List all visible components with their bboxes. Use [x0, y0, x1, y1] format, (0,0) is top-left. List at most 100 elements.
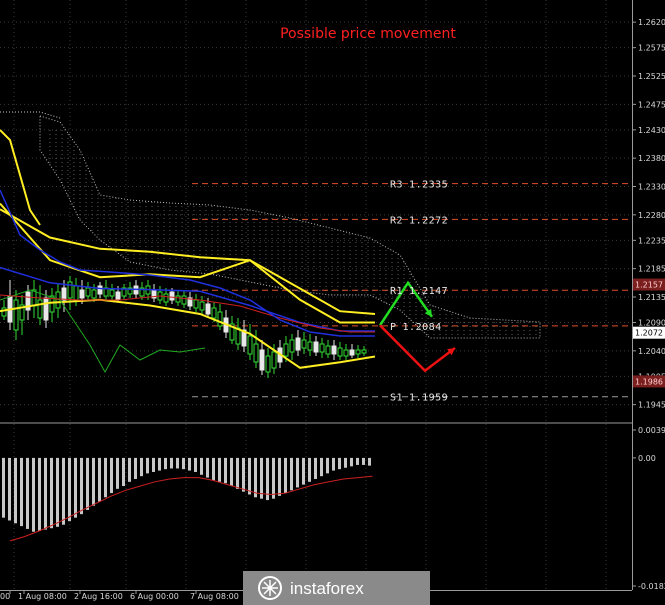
- price-tick-label-1: 1.2575: [638, 44, 665, 53]
- candle-body: [43, 297, 49, 321]
- macd-bar: [98, 457, 101, 502]
- macd-bar: [332, 457, 335, 471]
- price-tick-label-3: 1.2475: [638, 100, 665, 109]
- macd-bar: [176, 457, 179, 469]
- macd-bar: [164, 457, 167, 470]
- macd-bar: [92, 457, 95, 506]
- macd-bar: [158, 457, 161, 471]
- candle-body: [325, 345, 331, 355]
- level-label-p: P 1.2084: [390, 322, 442, 333]
- price-tick-label-11: 1.2090: [638, 319, 665, 328]
- candle-body: [331, 345, 337, 355]
- candle-body: [109, 289, 115, 297]
- candle-body: [175, 295, 181, 303]
- macd-bar: [2, 457, 5, 518]
- price-tick-label-10: 1.2135: [638, 293, 665, 302]
- macd-bar: [200, 457, 203, 475]
- macd-bar: [74, 457, 77, 518]
- macd-bar: [86, 457, 89, 510]
- candle-body: [289, 339, 295, 353]
- price-axis-ticks: 1.2620 1.2575 1.2525 1.2475 1.2430 1.2380 1.23…: [632, 18, 665, 410]
- macd-axis-ticks: 0.00397 0.00 -0.01822: [632, 426, 665, 591]
- level-label-r3: R3 1.2335: [390, 180, 448, 191]
- candle-body: [13, 299, 19, 331]
- macd-bar: [326, 457, 329, 474]
- level-label-r2: R2 1.2272: [390, 215, 448, 226]
- candle-body: [343, 349, 349, 357]
- macd-bar: [128, 457, 131, 482]
- price-tick-label-0: 1.2620: [638, 18, 665, 27]
- candle-body: [199, 301, 205, 311]
- forex-chart-window: R3 1.2335 R2 1.2272 R1 1.2147 P 1.2084 S1 1.1959 …: [0, 0, 665, 605]
- level-name: R2: [390, 215, 403, 226]
- time-axis-ticks: 00 1 Aug 08:00 2 Aug 16:00 6 Aug 00:00 7 Aug…: [0, 590, 273, 601]
- price-tick-label-8: 1.2235: [638, 236, 665, 245]
- price-tick-label-9: 1.2185: [638, 265, 665, 274]
- macd-bar: [212, 457, 215, 481]
- macd-bar: [314, 457, 317, 480]
- level-value: 1.2147: [409, 286, 448, 297]
- macd-bar: [278, 457, 281, 496]
- price-tick-label-7: 1.2280: [638, 211, 665, 220]
- candle-body: [337, 347, 343, 357]
- price-chart-svg: R3 1.2335R2 1.2272R1 1.2147P 1.2084S1 1.1959 …: [0, 0, 665, 605]
- price-tick-label-2: 1.2525: [638, 72, 665, 81]
- candle-body: [295, 337, 301, 351]
- time-tick-label-3: 6 Aug 00:00: [130, 592, 179, 601]
- macd-bar: [80, 457, 83, 515]
- level-name: R1: [390, 286, 403, 297]
- macd-bar: [368, 457, 371, 466]
- macd-bar: [116, 457, 119, 489]
- macd-bar: [68, 457, 71, 522]
- candle-body: [85, 287, 91, 297]
- candle-body: [319, 343, 325, 353]
- watermark-text: instaforex: [290, 579, 364, 598]
- macd-bar: [56, 457, 59, 527]
- candle-body: [247, 335, 253, 355]
- macd-bar: [242, 457, 245, 492]
- ichimoku-cloud: [0, 111, 541, 339]
- macd-bar: [302, 457, 305, 485]
- macd-bar: [296, 457, 299, 488]
- price-tick-label-12: 1.2040: [638, 347, 665, 356]
- macd-tick-label-2: -0.01822: [638, 582, 665, 591]
- candle-body: [181, 295, 187, 305]
- candle-body: [313, 341, 319, 353]
- macd-bar: [110, 457, 113, 494]
- candle-body: [307, 341, 313, 351]
- candle-body: [115, 291, 121, 301]
- macd-bar: [350, 457, 353, 467]
- macd-bar: [308, 457, 311, 482]
- chikou-line: [0, 289, 206, 374]
- candle-body: [61, 287, 67, 301]
- level-label-r1: R1 1.2147: [390, 286, 448, 297]
- time-tick-label-1: 1 Aug 08:00: [18, 592, 67, 601]
- candle-body: [163, 293, 169, 303]
- macd-bar: [140, 457, 143, 477]
- candle-body: [217, 311, 223, 327]
- macd-bar: [38, 457, 41, 532]
- macd-bar: [134, 457, 137, 480]
- macd-tick-label-0: 0.00397: [638, 426, 665, 435]
- candle-body: [37, 299, 43, 319]
- candle-body: [265, 355, 271, 373]
- macd-bar: [170, 457, 173, 469]
- level-value: 1.2335: [409, 180, 448, 191]
- macd-bar: [62, 457, 65, 525]
- price-marker-label-0: 1.2157: [635, 281, 663, 290]
- macd-bar: [284, 457, 287, 494]
- macd-bar: [224, 457, 227, 484]
- candle-body: [91, 289, 97, 299]
- macd-bar: [182, 457, 185, 470]
- candle-body: [73, 285, 79, 301]
- macd-bar: [122, 457, 125, 487]
- pivot-level-labels: R3 1.2335 R2 1.2272 R1 1.2147 P 1.2084 S1 1.1959: [390, 180, 448, 404]
- macd-bar: [254, 457, 257, 498]
- macd-bar: [248, 457, 251, 495]
- macd-bar: [236, 457, 239, 489]
- macd-bar: [206, 457, 209, 478]
- level-name: P: [390, 322, 397, 333]
- macd-bar: [188, 457, 191, 471]
- macd-bar: [344, 457, 347, 468]
- candle-body: [97, 285, 103, 295]
